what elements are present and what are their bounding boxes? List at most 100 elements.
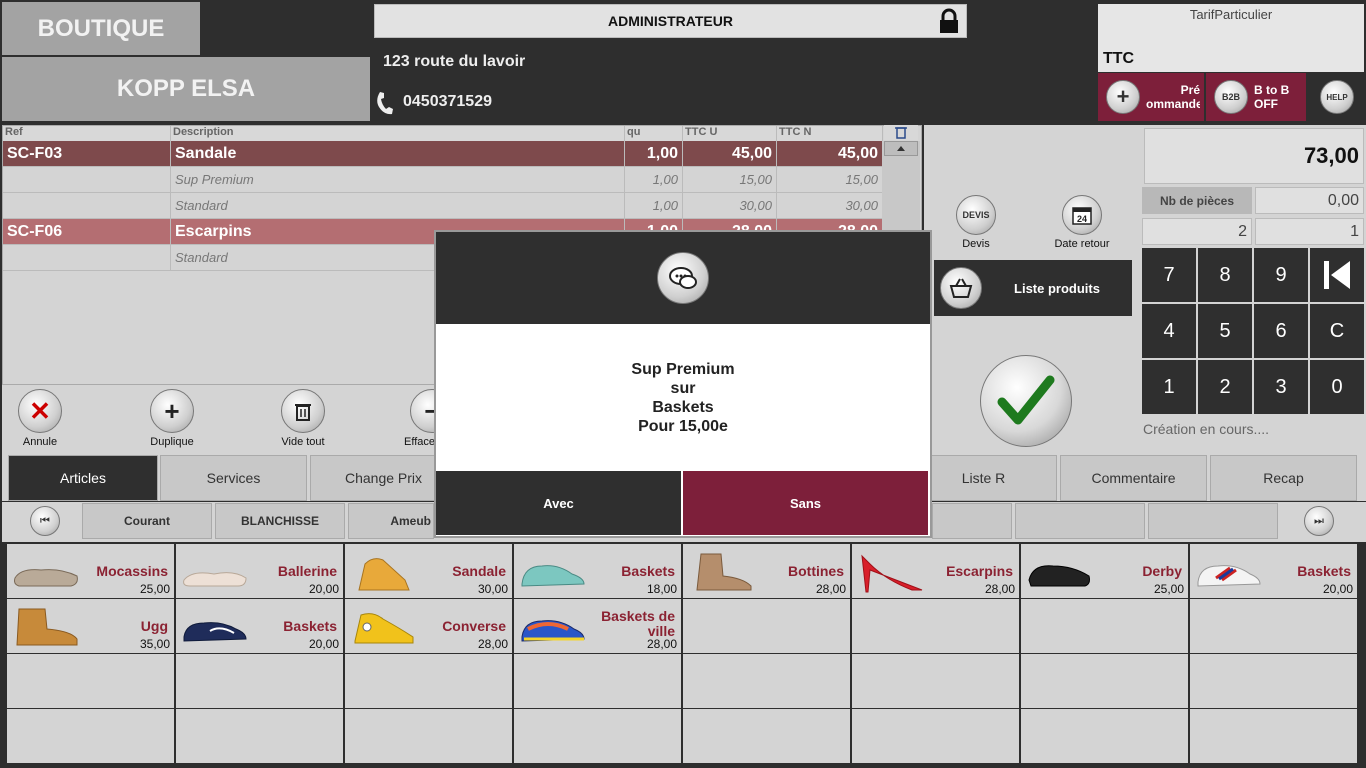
key-9[interactable]: 9 (1254, 248, 1308, 302)
checkmark-icon (997, 375, 1055, 425)
client-name[interactable]: KOPP ELSA (2, 57, 370, 121)
precommande-button[interactable]: + Pré ommande (1098, 73, 1204, 121)
tab-recap[interactable]: Recap (1210, 455, 1357, 501)
tab-commentaire[interactable]: Commentaire (1060, 455, 1207, 501)
empty-tile[interactable] (514, 709, 681, 763)
col-qty: qu (625, 126, 683, 141)
product-tile[interactable]: Escarpins 28,00 (852, 544, 1019, 598)
product-tile[interactable]: Baskets 18,00 (514, 544, 681, 598)
product-tile[interactable]: Derby 25,00 (1021, 544, 1188, 598)
row-unit: 45,00 (683, 141, 777, 167)
product-tile[interactable]: Ugg 35,00 (7, 599, 174, 653)
category-empty[interactable] (932, 503, 1012, 539)
vide-tout-button[interactable]: Vide tout (276, 389, 330, 448)
row-qty: 1,00 (625, 167, 683, 193)
duplique-button[interactable]: + Duplique (144, 389, 200, 448)
product-price: 30,00 (477, 582, 508, 596)
empty-tile[interactable] (1021, 654, 1188, 708)
empty-tile[interactable] (514, 654, 681, 708)
liste-produits-button[interactable]: Liste produits (934, 260, 1132, 316)
empty-tile[interactable] (7, 654, 174, 708)
key-1[interactable]: 1 (1142, 360, 1196, 414)
product-tile[interactable]: Baskets 20,00 (176, 599, 343, 653)
quantity-left-field[interactable]: 2 (1142, 218, 1252, 245)
empty-tile[interactable] (7, 709, 174, 763)
category-empty[interactable] (1148, 503, 1278, 539)
validate-button[interactable] (980, 355, 1072, 447)
tab-articles[interactable]: Articles (8, 455, 158, 501)
backspace-key[interactable] (1310, 248, 1364, 302)
table-row[interactable]: Standard 1,00 30,00 30,00 (3, 193, 883, 219)
category-blanchisse[interactable]: BLANCHISSE (215, 503, 345, 539)
key-8[interactable]: 8 (1198, 248, 1252, 302)
trash-icon (281, 389, 325, 433)
date-retour-button[interactable]: 24 Date retour (1050, 195, 1114, 250)
key-clear[interactable]: C (1310, 304, 1364, 358)
empty-tile[interactable] (176, 654, 343, 708)
empty-tile[interactable] (345, 654, 512, 708)
table-row[interactable]: SC-F03 Sandale 1,00 45,00 45,00 (3, 141, 883, 167)
annule-button[interactable]: ✕ Annule (14, 389, 66, 448)
category-courant[interactable]: Courant (82, 503, 212, 539)
ballerine-icon (183, 572, 247, 587)
scroll-up-button[interactable] (884, 141, 918, 156)
calendar-icon: 24 (1062, 195, 1102, 235)
empty-tile[interactable] (852, 654, 1019, 708)
last-page-icon[interactable]: ⏭ (1304, 506, 1334, 536)
key-4[interactable]: 4 (1142, 304, 1196, 358)
efface-button[interactable]: − Efface (404, 389, 434, 448)
b2b-button[interactable]: B2B B to B OFF (1206, 73, 1306, 121)
col-description: Description (171, 126, 625, 141)
avec-button[interactable]: Avec (436, 471, 681, 535)
shop-label[interactable]: BOUTIQUE (2, 2, 200, 55)
empty-tile[interactable] (1190, 599, 1357, 653)
col-ref: Ref (3, 126, 171, 141)
product-tile[interactable]: Bottines 28,00 (683, 544, 850, 598)
calendar-day: 24 (1077, 214, 1087, 224)
lock-icon[interactable] (936, 8, 962, 34)
product-name: Derby (1142, 563, 1182, 579)
category-ameub[interactable]: Ameub (348, 503, 434, 539)
tab-services[interactable]: Services (160, 455, 307, 501)
tab-liste-r[interactable]: Liste R (910, 455, 1057, 501)
product-name: Baskets (1297, 563, 1351, 579)
empty-tile[interactable] (345, 709, 512, 763)
product-tile[interactable]: Converse 28,00 (345, 599, 512, 653)
product-tile[interactable]: Ballerine 20,00 (176, 544, 343, 598)
empty-tile[interactable] (176, 709, 343, 763)
trash-icon[interactable] (884, 125, 918, 140)
row-ref (3, 167, 171, 193)
product-tile[interactable]: Sandale 30,00 (345, 544, 512, 598)
help-button[interactable]: HELP (1308, 73, 1366, 121)
table-row[interactable]: Sup Premium 1,00 15,00 15,00 (3, 167, 883, 193)
product-tile[interactable]: Baskets de ville 28,00 (514, 599, 681, 653)
empty-tile[interactable] (1190, 709, 1357, 763)
devis-button[interactable]: DEVIS Devis (950, 195, 1002, 250)
key-3[interactable]: 3 (1254, 360, 1308, 414)
key-2[interactable]: 2 (1198, 360, 1252, 414)
empty-tile[interactable] (852, 599, 1019, 653)
first-page-icon[interactable]: ⏮ (30, 506, 60, 536)
key-7[interactable]: 7 (1142, 248, 1196, 302)
empty-tile[interactable] (852, 709, 1019, 763)
empty-tile[interactable] (1190, 654, 1357, 708)
precommande-label-1: Pré (1180, 83, 1200, 97)
empty-tile[interactable] (683, 654, 850, 708)
empty-tile[interactable] (1021, 709, 1188, 763)
key-5[interactable]: 5 (1198, 304, 1252, 358)
category-empty[interactable] (1015, 503, 1145, 539)
key-6[interactable]: 6 (1254, 304, 1308, 358)
dialog-line-product: Baskets (652, 399, 714, 416)
basket-icon (940, 267, 982, 309)
quantity-right-field[interactable]: 1 (1255, 218, 1364, 245)
vide-tout-label: Vide tout (281, 436, 325, 448)
help-icon: HELP (1320, 80, 1354, 114)
product-tile[interactable]: Baskets 20,00 (1190, 544, 1357, 598)
sans-button[interactable]: Sans (683, 471, 928, 535)
product-tile[interactable]: Mocassins 25,00 (7, 544, 174, 598)
key-0[interactable]: 0 (1310, 360, 1364, 414)
empty-tile[interactable] (683, 599, 850, 653)
empty-tile[interactable] (1021, 599, 1188, 653)
basket-shoe-icon (521, 565, 585, 587)
empty-tile[interactable] (683, 709, 850, 763)
